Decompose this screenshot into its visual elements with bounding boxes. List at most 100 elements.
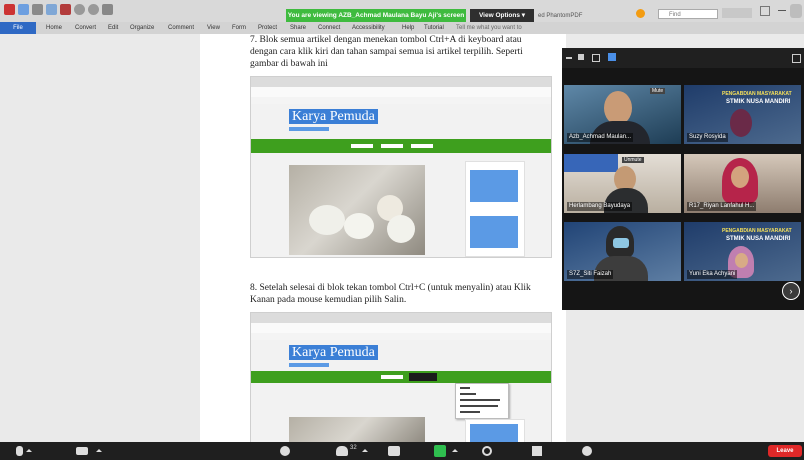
menu-help[interactable]: Help — [402, 22, 414, 34]
participant-face — [735, 253, 748, 268]
bookmarks-bar-2 — [251, 333, 551, 340]
record-icon[interactable] — [482, 446, 492, 456]
sidebar-widget-1 — [465, 161, 525, 257]
participant-name: Yuni Eka Achyani — [687, 270, 738, 279]
mic-options-caret-icon[interactable] — [26, 449, 32, 452]
site-nav-bar-2 — [251, 371, 551, 383]
site-title-2: Karya Pemuda — [289, 343, 378, 361]
app-logo-icon — [4, 4, 15, 15]
menu-file[interactable]: File — [0, 22, 36, 34]
apps-icon[interactable] — [532, 446, 542, 456]
restore-icon[interactable] — [760, 6, 770, 16]
participant-tile[interactable]: Unmute Herlambang Bayudaya — [564, 154, 681, 213]
grid-view-icon[interactable] — [608, 53, 616, 61]
participants-count: 32 — [350, 445, 357, 451]
menu-connect[interactable]: Connect — [318, 22, 340, 34]
menu-home[interactable]: Home — [46, 22, 62, 34]
participant-tile[interactable]: PENGABDIAN MASYARAKAT STMIK NUSA MANDIRI… — [684, 222, 801, 281]
step7-text: 7. Blok semua artikel dengan menekan tom… — [250, 35, 522, 45]
next-page-icon[interactable]: › — [782, 282, 800, 300]
site-nav-bar-1 — [251, 139, 551, 153]
participant-name: Suzy Rosyida — [687, 133, 728, 142]
microphone-icon[interactable] — [16, 446, 23, 456]
site-subtitle-1 — [289, 127, 329, 131]
menu-share[interactable]: Share — [290, 22, 306, 34]
participant-tile[interactable]: PENGABDIAN MASYARAKAT STMIK NUSA MANDIRI… — [684, 85, 801, 144]
camera-options-caret-icon[interactable] — [96, 449, 102, 452]
share-screen-icon[interactable] — [434, 445, 446, 457]
undo-icon[interactable] — [74, 4, 85, 15]
expand-panel-icon[interactable] — [792, 54, 801, 63]
menu-organize[interactable]: Organize — [130, 22, 154, 34]
participants-icon[interactable] — [336, 446, 348, 456]
chicks-photo-1 — [289, 165, 425, 255]
redo-icon[interactable] — [88, 4, 99, 15]
view-options-button[interactable]: View Options ▾ — [470, 9, 534, 23]
screen-share-banner: You are viewing AZB_Achmad Maulana Bayu … — [286, 9, 466, 23]
document-page[interactable]: 7. Blok semua artikel dengan menekan tom… — [200, 34, 566, 445]
virtual-banner — [564, 154, 618, 172]
user-icon[interactable] — [790, 4, 802, 18]
camera-icon[interactable] — [76, 447, 88, 455]
step8-text-line2: Kanan pada mouse kemudian pilih Salin. — [250, 295, 407, 305]
menu-view[interactable]: View — [207, 22, 220, 34]
menu-tutorial[interactable]: Tutorial — [424, 22, 444, 34]
step8-text: 8. Setelah selesai di blok tekan tombol … — [250, 283, 531, 293]
chat-icon[interactable] — [388, 446, 400, 456]
notification-icon[interactable] — [636, 9, 645, 18]
print-icon[interactable] — [32, 4, 43, 15]
share-options-caret-icon[interactable] — [452, 449, 458, 452]
minimize-panel-icon[interactable] — [566, 57, 572, 59]
reactions-icon[interactable] — [582, 446, 592, 456]
minimize-icon[interactable] — [778, 10, 786, 11]
step7-text-line2: dengan cara klik kiri dan tahan sampai s… — [250, 47, 523, 57]
participant-tile[interactable]: S7Z_Siti Faizah — [564, 222, 681, 281]
bookmarks-bar — [251, 97, 551, 104]
gallery-view-icon[interactable] — [592, 54, 600, 62]
participant-name: Azb_Achmad Maulan... — [567, 133, 634, 142]
tile-banner-text: PENGABDIAN MASYARAKAT — [722, 228, 792, 234]
tell-me-input[interactable]: Tell me what you want to — [456, 22, 522, 34]
title-bar: You are viewing AZB_Achmad Maulana Bayu … — [0, 0, 804, 23]
participant-mask — [613, 238, 629, 248]
speaker-view-icon[interactable] — [578, 54, 584, 60]
meeting-toolbar: 32 Leave — [0, 442, 804, 460]
video-gallery-panel: Mute Azb_Achmad Maulan... PENGABDIAN MAS… — [562, 48, 804, 310]
participant-hijab — [730, 109, 752, 137]
menu-form[interactable]: Form — [232, 22, 246, 34]
participant-face — [731, 166, 749, 188]
gallery-header — [562, 48, 804, 68]
screenshot-1: Karya Pemuda — [250, 76, 552, 258]
chicks-photo-2 — [289, 417, 425, 443]
tile-school-text: STMIK NUSA MANDIRI — [726, 99, 791, 105]
participants-caret-icon[interactable] — [362, 449, 368, 452]
open-icon[interactable] — [18, 4, 29, 15]
participant-tile[interactable]: Mute Azb_Achmad Maulan... — [564, 85, 681, 144]
menu-comment[interactable]: Comment — [168, 22, 194, 34]
menu-protect[interactable]: Protect — [258, 22, 277, 34]
menu-bar: File Home Convert Edit Organize Comment … — [0, 22, 804, 34]
participant-name: R17_Riyan Lanfahul H... — [687, 202, 757, 211]
unmute-badge: Unmute — [622, 157, 644, 163]
mute-badge: Mute — [650, 88, 666, 94]
step7-text-line3: gambar di bawah ini — [250, 59, 328, 69]
leave-button[interactable]: Leave — [768, 445, 802, 457]
menu-convert[interactable]: Convert — [75, 22, 96, 34]
pdf-icon[interactable] — [60, 4, 71, 15]
save-icon[interactable] — [46, 4, 57, 15]
menu-edit[interactable]: Edit — [108, 22, 118, 34]
participant-name: Herlambang Bayudaya — [567, 202, 633, 211]
browser-tabs-2 — [251, 313, 551, 323]
participant-tile[interactable]: R17_Riyan Lanfahul H... — [684, 154, 801, 213]
security-icon[interactable] — [280, 446, 290, 456]
context-menu — [455, 383, 509, 419]
menu-accessibility[interactable]: Accessibility — [352, 22, 385, 34]
tile-school-text: STMIK NUSA MANDIRI — [726, 236, 791, 242]
document-background — [0, 34, 200, 442]
site-subtitle-2 — [289, 363, 329, 367]
participant-face — [604, 91, 632, 125]
search-nav-icon[interactable] — [722, 8, 752, 18]
find-input[interactable]: Find — [658, 9, 718, 19]
hand-tool-icon[interactable] — [102, 4, 113, 15]
site-title-1: Karya Pemuda — [289, 107, 378, 125]
